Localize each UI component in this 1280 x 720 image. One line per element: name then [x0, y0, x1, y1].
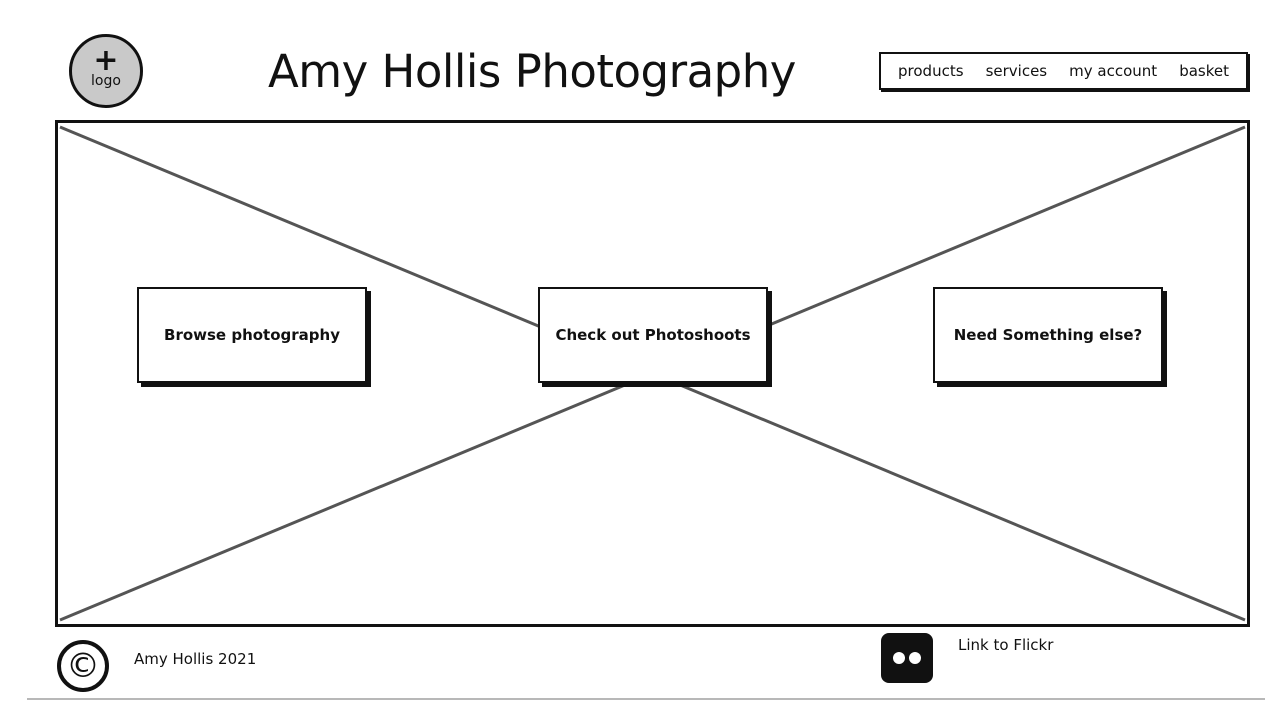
main-nav: products services my account basket	[879, 52, 1248, 90]
nav-item-my-account[interactable]: my account	[1069, 62, 1157, 80]
copyright-icon: ©	[57, 640, 109, 692]
nav-item-basket[interactable]: basket	[1179, 62, 1229, 80]
page: + logo Amy Hollis Photography products s…	[0, 0, 1280, 720]
browse-photography-button[interactable]: Browse photography	[137, 287, 367, 383]
logo-placeholder[interactable]: + logo	[69, 34, 143, 108]
footer-divider	[27, 698, 1265, 700]
nav-item-products[interactable]: products	[898, 62, 964, 80]
nav-item-services[interactable]: services	[986, 62, 1048, 80]
copyright-text: Amy Hollis 2021	[134, 650, 257, 668]
check-out-photoshoots-button[interactable]: Check out Photoshoots	[538, 287, 768, 383]
hero-image-placeholder: Browse photography Check out Photoshoots…	[55, 120, 1250, 627]
flickr-link[interactable]: Link to Flickr	[958, 636, 1053, 654]
site-title: Amy Hollis Photography	[268, 45, 796, 98]
flickr-dot-left	[893, 652, 905, 664]
need-something-else-button[interactable]: Need Something else?	[933, 287, 1163, 383]
logo-label: logo	[91, 73, 121, 89]
plus-icon: +	[93, 43, 119, 78]
flickr-dot-right	[909, 652, 921, 664]
flickr-icon[interactable]	[881, 633, 933, 683]
